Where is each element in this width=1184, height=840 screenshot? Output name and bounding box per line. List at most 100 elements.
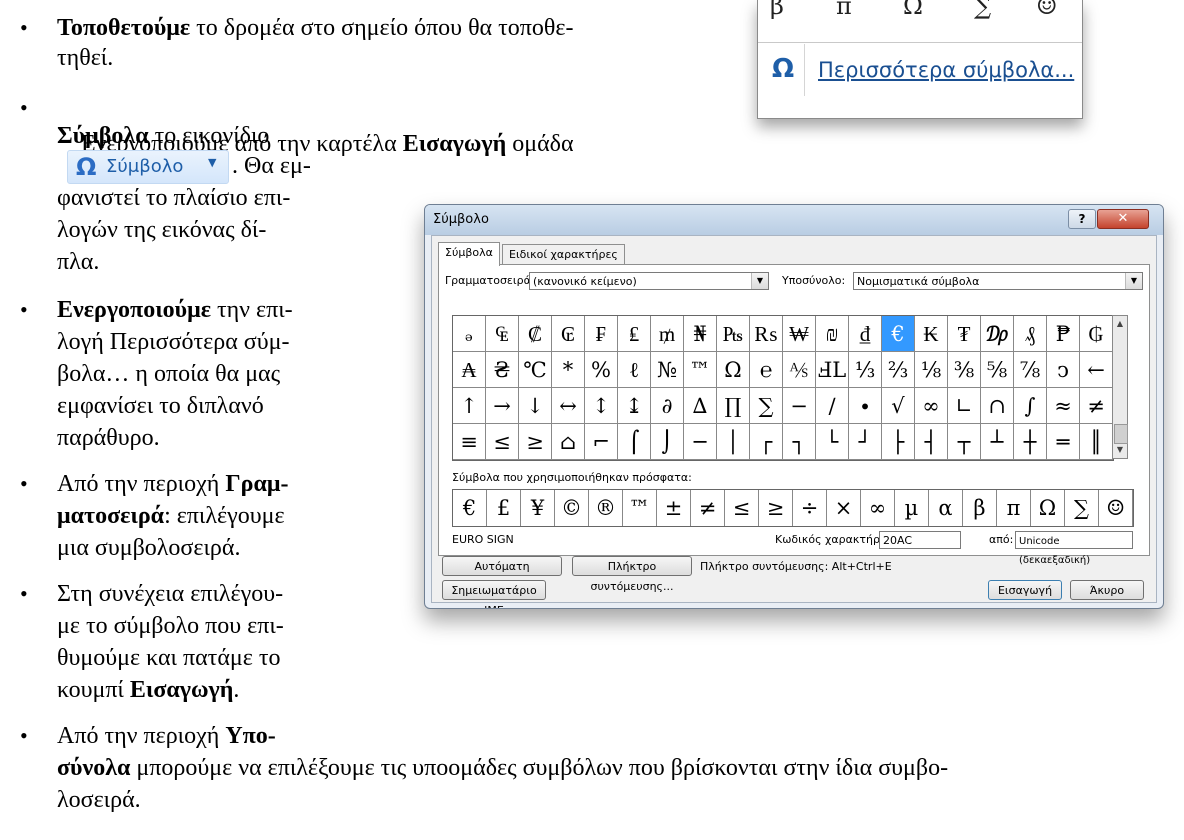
recent-symbol-cell[interactable]: π [997, 490, 1031, 526]
symbol-cell[interactable]: ₤ [618, 316, 651, 352]
symbol-cell[interactable]: ₭ [915, 316, 948, 352]
ime-pad-button[interactable]: Σημειωματάριο IME [442, 580, 546, 608]
recent-symbol-cell[interactable]: Ω [1031, 490, 1065, 526]
symbol-cell[interactable]: ┘ [849, 424, 882, 460]
symbol-cell[interactable]: ┐ [783, 424, 816, 460]
symbol-cell[interactable]: ⌂ [552, 424, 585, 460]
recent-symbol-cell[interactable]: β [963, 490, 997, 526]
symbol-cell[interactable]: ₦ [684, 316, 717, 352]
more-symbols-link[interactable]: Περισσότερα σύμβολα... [818, 58, 1074, 82]
symbol-cell[interactable]: * [552, 352, 585, 388]
symbol-cell[interactable]: ⌡ [651, 424, 684, 460]
symbol-cell[interactable]: ₮ [948, 316, 981, 352]
symbol-cell[interactable]: ┼ [1014, 424, 1047, 460]
symbol-cell[interactable]: ∟ [948, 388, 981, 424]
recent-symbol-cell[interactable]: ☺ [1099, 490, 1133, 526]
symbol-cell[interactable]: ├ [882, 424, 915, 460]
symbol-cell[interactable]: ↨ [618, 388, 651, 424]
symbol-cell[interactable]: ⅛ [915, 352, 948, 388]
symbol-cell[interactable]: ∂ [651, 388, 684, 424]
symbol-cell[interactable]: ≤ [486, 424, 519, 460]
symbol-cell[interactable]: ⅞ [1014, 352, 1047, 388]
symbol-cell[interactable]: ⅜ [948, 352, 981, 388]
symbol-cell[interactable]: ↕ [585, 388, 618, 424]
help-button[interactable]: ? [1068, 209, 1096, 229]
symbol-cell[interactable]: ™ [684, 352, 717, 388]
subset-select[interactable]: Νομισματικά σύμβολα ▼ [853, 272, 1143, 290]
symbol-cell[interactable]: ⅓ [849, 352, 882, 388]
recent-symbol-cell[interactable]: × [827, 490, 861, 526]
symbol-cell[interactable]: ← [1080, 352, 1113, 388]
scroll-thumb[interactable] [1114, 424, 1128, 444]
dialog-titlebar[interactable]: Σύμβολο ? ✕ [425, 205, 1163, 235]
symbol-cell[interactable]: ₯ [981, 316, 1014, 352]
recent-symbol-cell[interactable]: € [453, 490, 487, 526]
recent-symbol-cell[interactable]: ™ [623, 490, 657, 526]
symbol-cell[interactable]: ∫ [1014, 388, 1047, 424]
symbol-cell[interactable]: ↓ [519, 388, 552, 424]
symbol-cell[interactable]: ═ [1047, 424, 1080, 460]
symbol-cell[interactable]: → [486, 388, 519, 424]
symbol-cell[interactable]: ₲ [1080, 316, 1113, 352]
symbol-cell[interactable]: ₰ [1014, 316, 1047, 352]
insert-button[interactable]: Εισαγωγή [988, 580, 1062, 600]
symbol-grid-scrollbar[interactable]: ▲ ▼ [1112, 315, 1128, 459]
symbol-cell[interactable]: ₩ [783, 316, 816, 352]
symbol-cell[interactable]: € [882, 316, 915, 352]
symbol-cell[interactable]: ≈ [1047, 388, 1080, 424]
symbol-cell[interactable]: ┤ [915, 424, 948, 460]
symbol-cell[interactable]: Ω [717, 352, 750, 388]
symbol-cell[interactable]: % [585, 352, 618, 388]
symbol-cell[interactable]: ₥ [651, 316, 684, 352]
symbol-cell[interactable]: ∏ [717, 388, 750, 424]
recent-symbol-cell[interactable]: ® [589, 490, 623, 526]
symbol-cell[interactable]: ₡ [519, 316, 552, 352]
symbol-cell[interactable]: ─ [684, 424, 717, 460]
symbol-cell[interactable]: ₪ [816, 316, 849, 352]
recent-symbol-cell[interactable]: £ [487, 490, 521, 526]
dropdown-symbol[interactable]: ☺ [1036, 0, 1058, 20]
symbol-cell[interactable]: ∙ [849, 388, 882, 424]
symbol-cell[interactable]: ℮ [750, 352, 783, 388]
symbol-cell[interactable]: ⅍ [783, 352, 816, 388]
recent-symbol-cell[interactable]: ≤ [725, 490, 759, 526]
character-code-field[interactable]: 20AC [879, 531, 961, 549]
from-select[interactable]: Unicode (δεκαεξαδική) [1015, 531, 1133, 566]
symbol-cell[interactable]: ₔ [453, 316, 486, 352]
recent-symbol-cell[interactable]: α [929, 490, 963, 526]
symbol-cell[interactable]: ║ [1080, 424, 1113, 460]
shortcut-key-button[interactable]: Πλήκτρο συντόμευσης... [572, 556, 692, 593]
recent-symbol-cell[interactable]: ∑ [1065, 490, 1099, 526]
symbol-cell[interactable]: ₢ [552, 316, 585, 352]
symbol-cell[interactable]: ₣ [585, 316, 618, 352]
symbol-cell[interactable]: ∆ [684, 388, 717, 424]
recent-symbol-cell[interactable]: © [555, 490, 589, 526]
symbol-cell[interactable]: ┌ [750, 424, 783, 460]
tab-special-characters[interactable]: Ειδικοί χαρακτήρες [502, 244, 625, 265]
symbol-cell[interactable]: ₱ [1047, 316, 1080, 352]
symbol-cell[interactable]: ≥ [519, 424, 552, 460]
dropdown-symbol[interactable]: Ω [903, 0, 923, 20]
symbol-cell[interactable]: ┬ [948, 424, 981, 460]
dropdown-symbol[interactable]: ∑ [974, 0, 991, 20]
symbol-cell[interactable]: ┴ [981, 424, 1014, 460]
symbol-cell[interactable]: ↄ [1047, 352, 1080, 388]
font-select[interactable]: (κανονικό κείμενο) ▼ [529, 272, 769, 290]
scroll-down-icon[interactable]: ▼ [1113, 442, 1127, 458]
symbol-cell[interactable]: ₫ [849, 316, 882, 352]
symbol-cell[interactable]: ℓ [618, 352, 651, 388]
recent-symbol-cell[interactable]: µ [895, 490, 929, 526]
symbol-cell[interactable]: ₠ [486, 316, 519, 352]
symbol-cell[interactable]: ₴ [486, 352, 519, 388]
symbol-cell[interactable]: √ [882, 388, 915, 424]
symbol-cell[interactable]: ⅝ [981, 352, 1014, 388]
symbol-cell[interactable]: ↔ [552, 388, 585, 424]
symbol-cell[interactable]: │ [717, 424, 750, 460]
close-button[interactable]: ✕ [1097, 209, 1149, 229]
symbol-cell[interactable]: ℲL [816, 352, 849, 388]
symbol-cell[interactable]: ≡ [453, 424, 486, 460]
recent-symbol-cell[interactable]: ≠ [691, 490, 725, 526]
symbol-cell[interactable]: └ [816, 424, 849, 460]
symbol-cell[interactable]: ∕ [816, 388, 849, 424]
recent-symbol-cell[interactable]: ± [657, 490, 691, 526]
